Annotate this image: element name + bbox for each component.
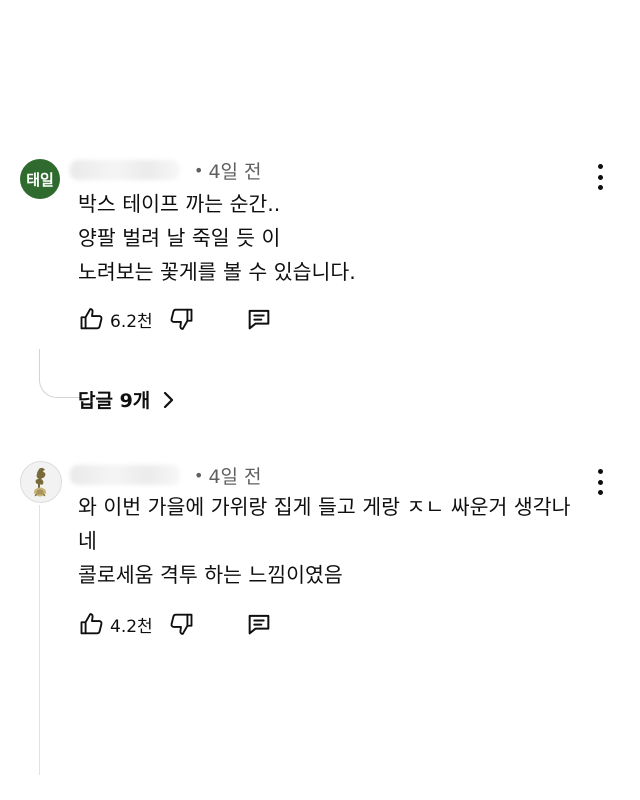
chevron-right-icon [164, 391, 174, 408]
menu-dot [597, 174, 603, 180]
dislike-button[interactable] [167, 610, 195, 638]
reply-button[interactable] [245, 305, 273, 333]
comment-text: 와 이번 가을에 가위랑 집게 들고 게랑 ㅈㄴ 싸운거 생각나 네 콜로세움 … [78, 490, 612, 592]
comments-screen: 태일 • 4일 전 박스 테이프 까는 순간.. 양팔 벌려 날 죽일 듯 이 … [0, 0, 640, 800]
comment-line: 콜로세움 격투 하는 느낌이였음 [78, 563, 343, 587]
meta-separator: • [194, 465, 204, 485]
thread-connector [39, 349, 80, 398]
thumbs-down-icon [170, 613, 193, 635]
view-replies-button[interactable]: 답글 9개 [78, 386, 174, 413]
dislike-button[interactable] [167, 305, 195, 333]
thumbs-down-icon [170, 308, 193, 330]
comment-line: 와 이번 가을에 가위랑 집게 들고 게랑 ㅈㄴ 싸운거 생각나 [78, 495, 571, 519]
comment-icon [248, 614, 270, 635]
menu-dot [597, 469, 603, 474]
meta-separator: • [194, 160, 204, 180]
comment-meta: • 4일 전 [70, 157, 262, 184]
cockerel-emblem-icon [34, 467, 46, 497]
like-button[interactable]: 4.2천 [78, 610, 167, 638]
author-name-redacted[interactable] [70, 160, 180, 180]
comment-line: 양팔 벌려 날 죽일 듯 이 [78, 226, 281, 250]
avatar[interactable]: 태일 [20, 159, 60, 199]
like-count: 6.2천 [110, 311, 153, 332]
comment-line: 노려보는 꽃게를 볼 수 있습니다. [78, 260, 356, 284]
comment-actions: 4.2천 [78, 610, 273, 638]
comment-line: 박스 테이프 까는 순간.. [78, 192, 281, 216]
comment-actions: 6.2천 [78, 305, 273, 333]
thumbs-up-icon [80, 613, 103, 635]
comment-timestamp[interactable]: 4일 전 [208, 157, 261, 184]
like-count: 4.2천 [110, 616, 153, 637]
menu-dot [597, 164, 603, 169]
reply-button[interactable] [245, 610, 273, 638]
comment-icon [248, 309, 270, 330]
comment-text: 박스 테이프 까는 순간.. 양팔 벌려 날 죽일 듯 이 노려보는 꽃게를 볼… [78, 187, 612, 289]
author-name-redacted[interactable] [70, 465, 180, 485]
menu-dot [597, 479, 603, 485]
avatar-label: 태일 [26, 170, 54, 189]
thumbs-up-icon [80, 308, 103, 330]
comment-line: 네 [78, 529, 97, 553]
like-button[interactable]: 6.2천 [78, 305, 167, 333]
thread-connector [39, 505, 40, 775]
avatar[interactable] [20, 461, 62, 503]
replies-label: 답글 9개 [78, 390, 151, 412]
comment-timestamp[interactable]: 4일 전 [208, 462, 261, 489]
comment-meta: • 4일 전 [70, 462, 262, 489]
